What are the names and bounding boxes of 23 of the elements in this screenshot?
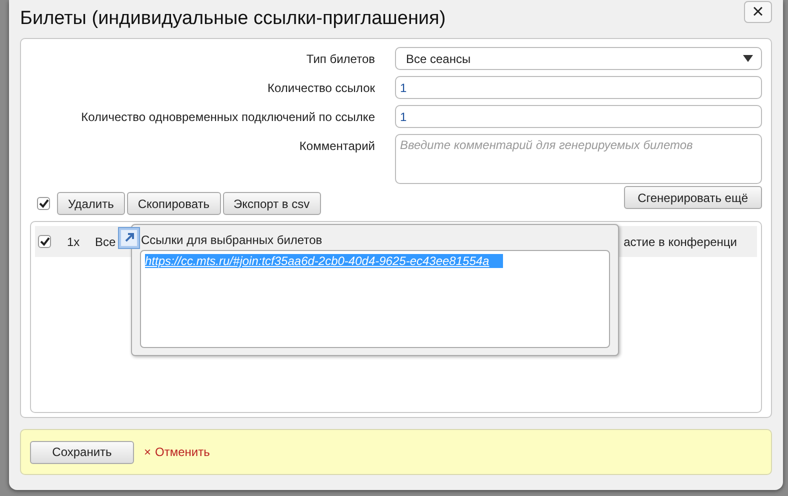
popup-title: Ссылки для выбранных билетов (140, 233, 324, 247)
ticket-type-select[interactable]: Все сеансы (395, 47, 762, 70)
input-field[interactable]: 1 (395, 105, 762, 128)
caret-icon (743, 55, 753, 62)
field-label: Комментарий (298, 138, 376, 153)
dialog-title: Билеты (индивидуальные ссылки-приглашения) (20, 8, 446, 30)
close-button[interactable]: × (744, 1, 772, 23)
cancel-link[interactable]: × Отменить (144, 445, 210, 459)
generate-button[interactable]: Сгенерировать ещё (624, 186, 762, 209)
table-cell-text: 1x (67, 234, 81, 248)
field-label: Количество одновременных подключений по ссылке (80, 109, 376, 124)
toolbar-button[interactable]: Удалить (57, 192, 125, 215)
table-cell: астие в конференци (624, 234, 737, 248)
field-label: Количество ссылок (266, 80, 376, 95)
table-cell-text: Все (95, 234, 117, 248)
checkbox[interactable] (37, 197, 50, 210)
input-field[interactable]: 1 (395, 76, 762, 99)
save-button[interactable]: Сохранить (30, 440, 134, 464)
field-label: Тип билетов (305, 51, 376, 66)
toolbar-button[interactable]: Скопировать (126, 192, 220, 215)
expand-icon[interactable] (118, 227, 140, 249)
toolbar-button[interactable]: Экспорт в csv (222, 192, 321, 215)
checkbox[interactable] (38, 235, 51, 248)
